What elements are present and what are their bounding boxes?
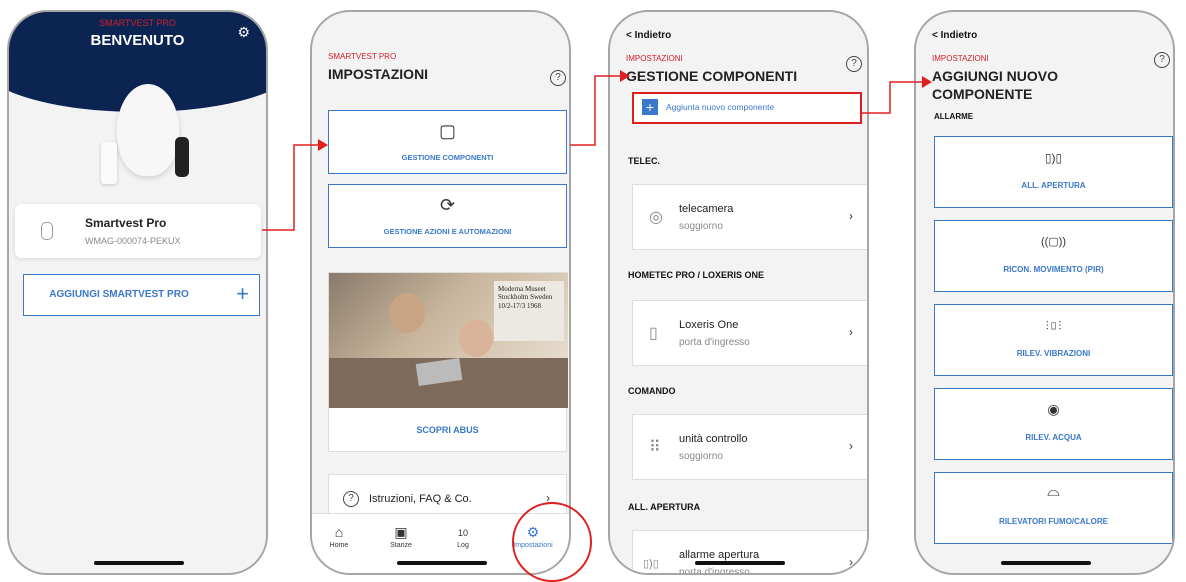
arrow-head [620,70,630,82]
arrow-head [318,139,328,151]
arrow-line [262,144,318,231]
arrow-head [922,76,932,88]
arrow-line [862,81,922,114]
annotation-arrows [262,70,932,231]
arrow-line [570,75,620,146]
